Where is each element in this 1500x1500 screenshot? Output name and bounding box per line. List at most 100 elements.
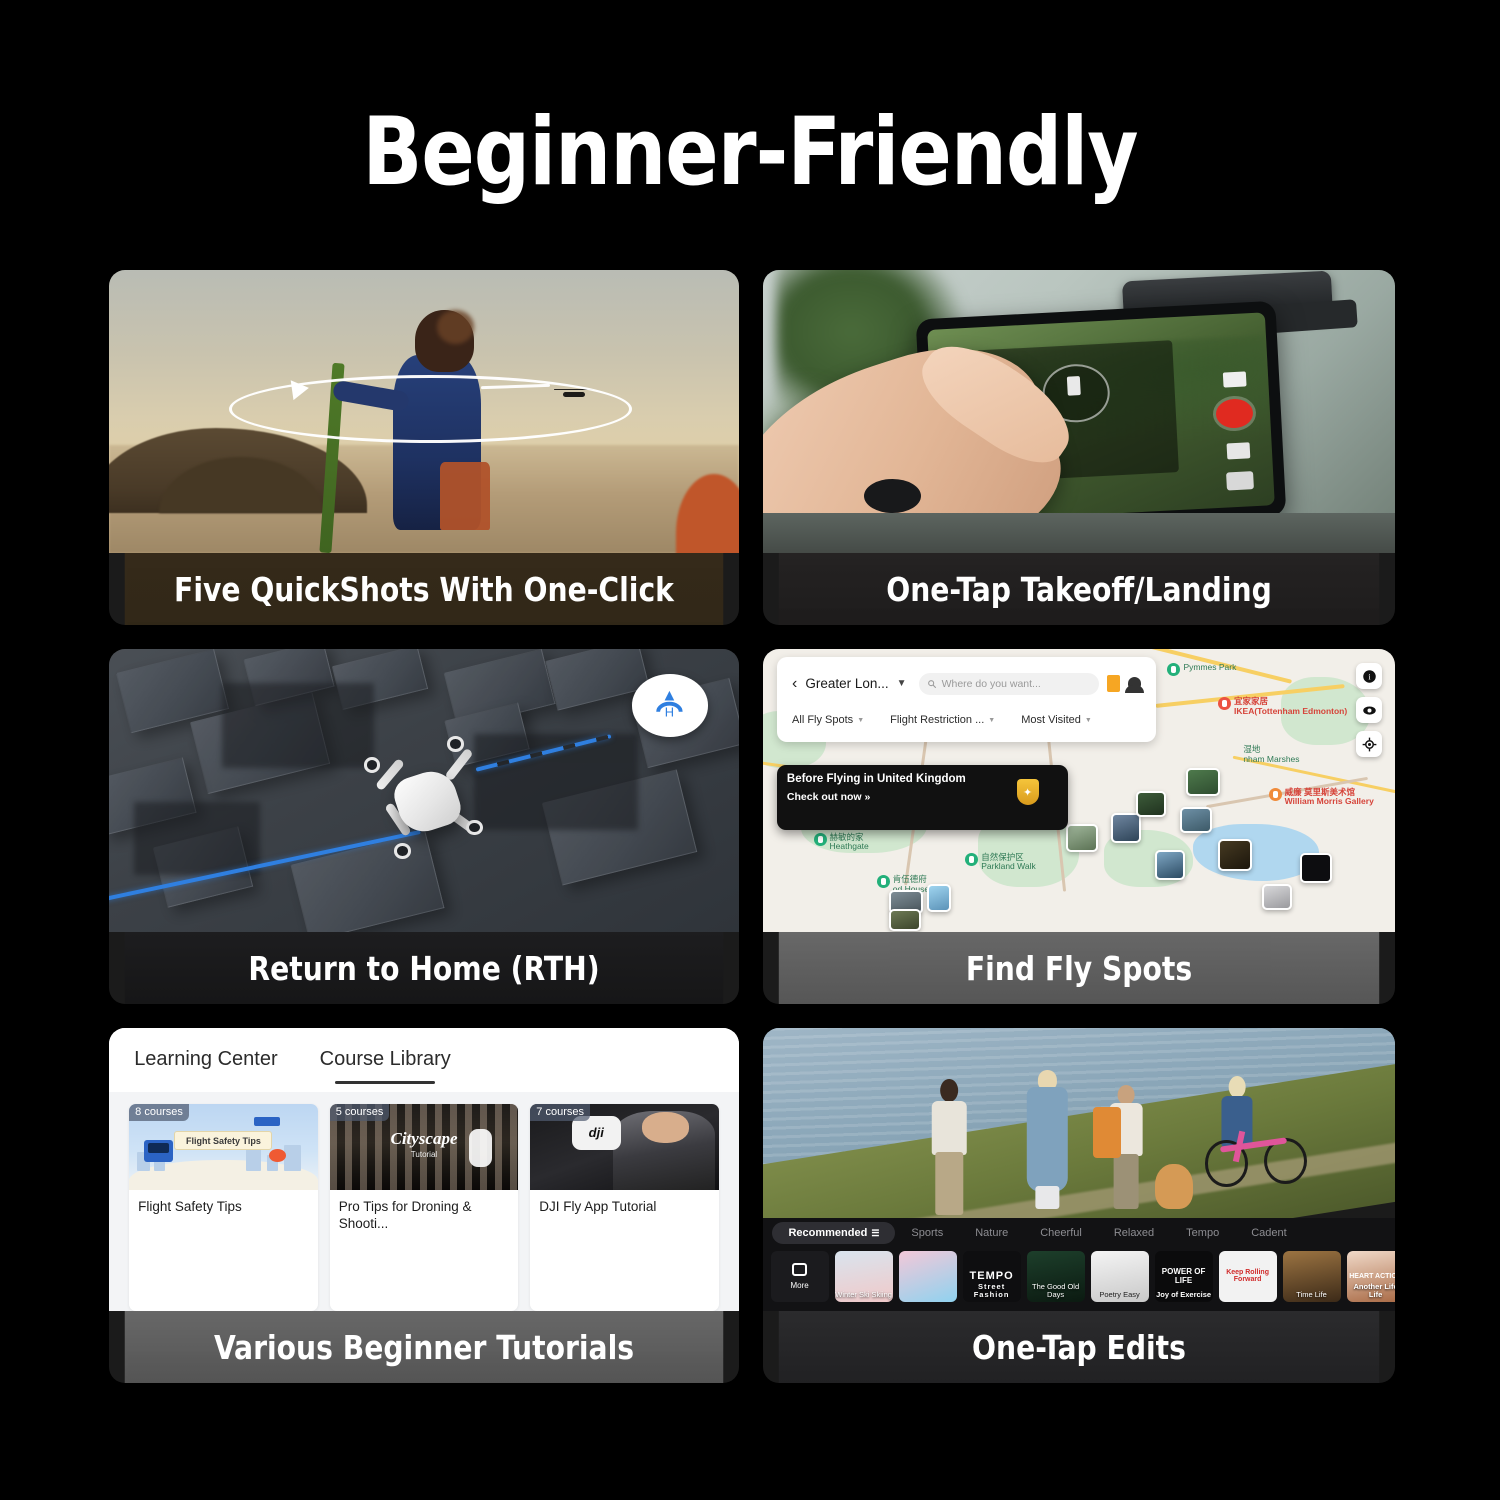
poi-ikea[interactable]: 宜家家居 IKEA(Tottenham Edmonton) xyxy=(1218,697,1347,716)
caption-text: Five QuickShots With One-Click xyxy=(174,569,674,609)
template-title: POWER OF LIFE xyxy=(1161,1267,1206,1286)
poi-pymmes-park[interactable]: Pymmes Park xyxy=(1167,662,1237,677)
flyspot-thumbnail[interactable] xyxy=(1186,767,1221,796)
card-flyspots[interactable]: Pymmes Park 宜家家居 IKEA(Tottenham Edmonton… xyxy=(763,649,1395,1004)
tab-nature[interactable]: Nature xyxy=(959,1222,1024,1244)
poi-label: Pymmes Park xyxy=(1183,662,1237,673)
poi-william-morris[interactable]: 威廉 莫里斯美术馆 William Morris Gallery xyxy=(1268,787,1374,807)
filter-label: Most Visited xyxy=(1021,714,1081,727)
flyspots-map: Pymmes Park 宜家家居 IKEA(Tottenham Edmonton… xyxy=(763,649,1395,932)
template-label: Joy of Exercise xyxy=(1156,1289,1212,1299)
course-count-badge: 8 courses xyxy=(129,1103,189,1121)
card-quickshots[interactable]: Five QuickShots With One-Click xyxy=(109,270,739,625)
template-item[interactable]: HEART ACTION Another Life Life xyxy=(1346,1251,1395,1302)
tab-course-library[interactable]: Course Library xyxy=(320,1048,451,1085)
filter-flight-restriction[interactable]: Flight Restriction ... ▼ xyxy=(890,714,995,726)
map-pin-icon xyxy=(1167,663,1181,677)
tab-sports[interactable]: Sports xyxy=(895,1222,959,1244)
eye-icon[interactable] xyxy=(1356,697,1383,724)
chevron-down-icon: ▼ xyxy=(1084,716,1092,724)
orbit-path xyxy=(228,374,632,443)
card-tutorials[interactable]: Learning Center Course Library 8 courses xyxy=(109,1028,739,1383)
template-title: TEMPO xyxy=(969,1270,1014,1283)
return-to-home-badge[interactable]: H xyxy=(631,674,708,737)
template-item[interactable]: Keep Rolling Forward xyxy=(1218,1251,1277,1302)
template-strip[interactable]: More Winter Ski Skiing TEMPO Street Fash… xyxy=(770,1251,1395,1302)
search-placeholder: Where do you want... xyxy=(941,677,1041,690)
template-item[interactable] xyxy=(898,1251,957,1302)
map-pin-icon xyxy=(965,852,979,866)
card-takeoff[interactable]: One-Tap Takeoff/Landing xyxy=(763,270,1395,625)
info-icon[interactable]: i xyxy=(1356,663,1383,690)
tab-cadent[interactable]: Cadent xyxy=(1235,1222,1302,1244)
template-label: The Good Old Days xyxy=(1032,1281,1080,1299)
page-title: Beginner-Friendly xyxy=(362,98,1138,207)
poi-heathgate[interactable]: 赫敏的家 Heathgate xyxy=(813,832,869,852)
drone-graphic xyxy=(361,734,500,864)
promo-badge-icon[interactable] xyxy=(1106,675,1120,693)
course-card[interactable]: 8 courses Flight Safety Tips Flight Safe… xyxy=(129,1103,318,1311)
template-item[interactable]: POWER OF LIFE Joy of Exercise xyxy=(1154,1251,1213,1302)
shield-icon: ✦ xyxy=(1016,779,1039,806)
flyspot-thumbnail[interactable] xyxy=(1262,883,1293,910)
course-card[interactable]: 5 courses Cityscape Tutorial Pro Tips fo… xyxy=(329,1103,519,1311)
flyspot-thumbnail[interactable] xyxy=(1154,849,1185,880)
flyspot-thumbnail[interactable] xyxy=(1066,824,1099,853)
tab-relaxed[interactable]: Relaxed xyxy=(1098,1222,1170,1244)
bicycle xyxy=(1205,1121,1307,1189)
caption-text: Find Fly Spots xyxy=(965,948,1193,988)
poi-parkland-walk[interactable]: 自然保护区 Parkland Walk xyxy=(965,852,1036,872)
card-caption: Various Beginner Tutorials xyxy=(124,1311,724,1383)
filter-label: All Fly Spots xyxy=(792,714,854,727)
more-templates-button[interactable]: More xyxy=(770,1251,829,1302)
poi-marshes[interactable]: 湿地 nham Marshes xyxy=(1243,745,1299,764)
tab-cheerful[interactable]: Cheerful xyxy=(1024,1222,1098,1244)
map-controls: i xyxy=(1356,663,1383,758)
map-search-panel: ‹ Greater Lon... ▼ Where do you want... xyxy=(776,657,1157,743)
caption-text: One-Tap Takeoff/Landing xyxy=(886,569,1272,609)
tab-recommended[interactable]: Recommended ☰ xyxy=(772,1222,896,1245)
back-icon[interactable]: ‹ xyxy=(792,675,797,692)
tab-tempo[interactable]: Tempo xyxy=(1170,1222,1235,1244)
flyspot-thumbnail[interactable] xyxy=(1180,807,1213,834)
tab-label: Recommended xyxy=(788,1227,868,1240)
template-item[interactable]: The Good Old Days xyxy=(1026,1251,1085,1302)
bars-icon: ☰ xyxy=(871,1227,880,1238)
flyspot-thumbnail[interactable] xyxy=(1300,852,1333,883)
takeoff-icon xyxy=(1066,375,1082,396)
flyspot-thumbnail[interactable] xyxy=(1135,790,1166,817)
template-label: Another Life Life xyxy=(1353,1281,1395,1299)
filter-all-fly-spots[interactable]: All Fly Spots ▼ xyxy=(792,714,864,726)
template-item[interactable]: Winter Ski Skiing xyxy=(834,1251,893,1302)
template-title: Keep Rolling Forward xyxy=(1226,1269,1269,1284)
search-input[interactable]: Where do you want... xyxy=(918,672,1099,695)
template-label: Poetry Easy xyxy=(1099,1289,1140,1299)
card-rth[interactable]: H Return to Home (RTH) xyxy=(109,649,739,1004)
flyspot-thumbnail[interactable] xyxy=(889,909,922,932)
template-category-tabs: Recommended ☰ Sports Nature Cheerful Rela… xyxy=(763,1218,1395,1250)
chevron-down-icon: ▼ xyxy=(857,716,865,724)
learning-center-tabs: Learning Center Course Library xyxy=(109,1028,739,1092)
tab-learning-center[interactable]: Learning Center xyxy=(134,1048,277,1071)
takeoff-image xyxy=(763,270,1395,553)
flyspot-thumbnail[interactable] xyxy=(1110,813,1141,844)
before-flying-banner[interactable]: Before Flying in United Kingdom Check ou… xyxy=(776,765,1068,831)
card-edits[interactable]: Recommended ☰ Sports Nature Cheerful Rela… xyxy=(763,1028,1395,1383)
backpack xyxy=(1092,1107,1122,1159)
template-label: Winter Ski Skiing xyxy=(835,1289,892,1299)
flyspot-thumbnail[interactable] xyxy=(1218,838,1253,871)
chevron-down-icon[interactable]: ▼ xyxy=(897,678,907,689)
course-card[interactable]: 7 courses dji DJI Fly App Tutorial xyxy=(530,1103,719,1311)
filter-most-visited[interactable]: Most Visited ▼ xyxy=(1021,714,1092,726)
template-item[interactable]: TEMPO Street Fashion xyxy=(962,1251,1021,1302)
poi-label-en: Heathgate xyxy=(829,841,869,852)
template-item[interactable]: Poetry Easy xyxy=(1090,1251,1149,1302)
city-selector-label[interactable]: Greater Lon... xyxy=(805,676,888,691)
template-item[interactable]: Time Life xyxy=(1282,1251,1341,1302)
locate-icon[interactable] xyxy=(1356,731,1383,758)
svg-text:H: H xyxy=(665,705,674,720)
person-figure xyxy=(1022,1068,1073,1210)
chevron-down-icon: ▼ xyxy=(988,716,996,724)
avatar[interactable] xyxy=(1124,677,1144,694)
flyspot-thumbnail[interactable] xyxy=(927,883,952,912)
